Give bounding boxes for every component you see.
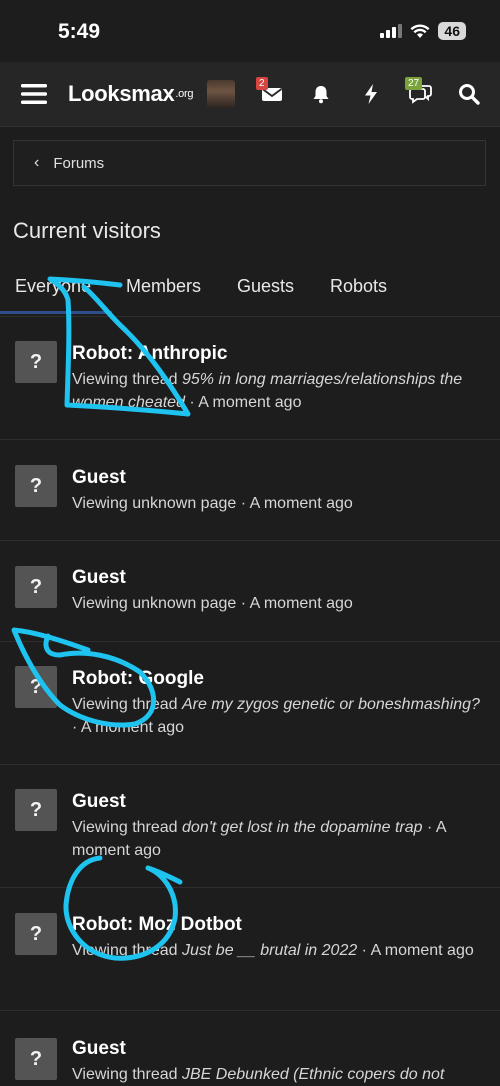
visitor-tabs: Everyone Members Guests Robots [0,266,500,317]
status-icons: 46 [380,22,466,40]
unknown-avatar-icon: ? [15,666,57,708]
visitor-activity: Viewing thread 95% in long marriages/rel… [72,371,463,411]
search-icon [459,84,480,105]
inbox-badge: 2 [256,77,268,90]
list-item: ? Robot: Moz Dotbot Viewing thread Just … [0,888,500,1011]
list-item: ? Guest Viewing unknown page · A moment … [0,541,500,642]
visitor-name[interactable]: Robot: Anthropic [72,343,227,365]
tab-members[interactable]: Members [126,276,201,297]
unknown-avatar-icon: ? [15,1038,57,1080]
search-button[interactable] [456,62,482,126]
thread-link[interactable]: Are my zygos genetic or boneshmashing? [182,696,480,713]
account-avatar-button[interactable] [207,62,235,126]
conversations-badge: 27 [405,77,423,90]
visitor-name: Guest [72,567,126,588]
unknown-avatar-icon: ? [15,789,57,831]
signal-icon [380,24,403,38]
list-item: ? Robot: Anthropic Viewing thread 95% in… [0,317,500,440]
list-item: ? Robot: Google Viewing thread Are my zy… [0,642,500,765]
whats-new-button[interactable] [356,62,386,126]
visitor-name[interactable]: Robot: Moz Dotbot [72,914,242,936]
visitor-activity: Viewing unknown page · A moment ago [72,495,353,512]
hamburger-icon [21,84,47,104]
unknown-avatar-icon: ? [15,465,57,507]
alerts-button[interactable] [306,62,336,126]
bell-icon [313,86,329,104]
unknown-avatar-icon: ? [15,913,57,955]
battery-indicator: 46 [438,22,466,40]
avatar [207,80,235,108]
list-item: ? Guest Viewing unknown page · A moment … [0,440,500,541]
top-navbar: Looksmax .org 2 27 [0,62,500,127]
menu-button[interactable] [14,62,54,126]
visitor-name: Guest [72,791,126,812]
logo-suffix: .org [175,88,194,100]
tab-everyone[interactable]: Everyone [15,276,91,297]
visitor-activity: Viewing thread don't get lost in the dop… [72,819,446,859]
status-bar: 5:49 46 [0,0,500,62]
page-title: Current visitors [13,218,161,243]
list-item: ? Guest Viewing thread don't get lost in… [0,765,500,888]
active-tab-indicator [0,311,112,314]
status-time: 5:49 [58,20,101,43]
site-logo[interactable]: Looksmax .org [68,62,193,126]
conversations-button[interactable]: 27 [404,62,438,126]
visitor-name: Guest [72,467,126,488]
tab-guests[interactable]: Guests [237,276,294,297]
thread-link[interactable]: Just be __ brutal in 2022 [182,942,357,959]
list-item: ? Guest Viewing thread JBE Debunked (Eth… [0,1011,500,1083]
breadcrumb-forums-link[interactable]: Forums [53,155,104,172]
tab-robots[interactable]: Robots [330,276,387,297]
thread-link[interactable]: don't get lost in the dopamine trap [182,819,423,836]
unknown-avatar-icon: ? [15,566,57,608]
visitor-name[interactable]: Robot: Google [72,668,204,690]
breadcrumb[interactable]: ‹ Forums [13,140,486,186]
chevron-left-icon: ‹ [34,154,40,171]
visitor-name: Guest [72,1038,126,1059]
inbox-button[interactable]: 2 [255,62,289,126]
wifi-icon [410,23,430,38]
visitor-activity: Viewing thread Just be __ brutal in 2022… [72,942,474,959]
logo-text: Looksmax [68,81,175,106]
visitor-activity: Viewing unknown page · A moment ago [72,595,353,612]
unknown-avatar-icon: ? [15,341,57,383]
lightning-icon [365,84,377,104]
visitor-activity: Viewing thread Are my zygos genetic or b… [72,696,480,736]
thread-link[interactable]: JBE Debunked (Ethnic copers do not [182,1066,444,1083]
